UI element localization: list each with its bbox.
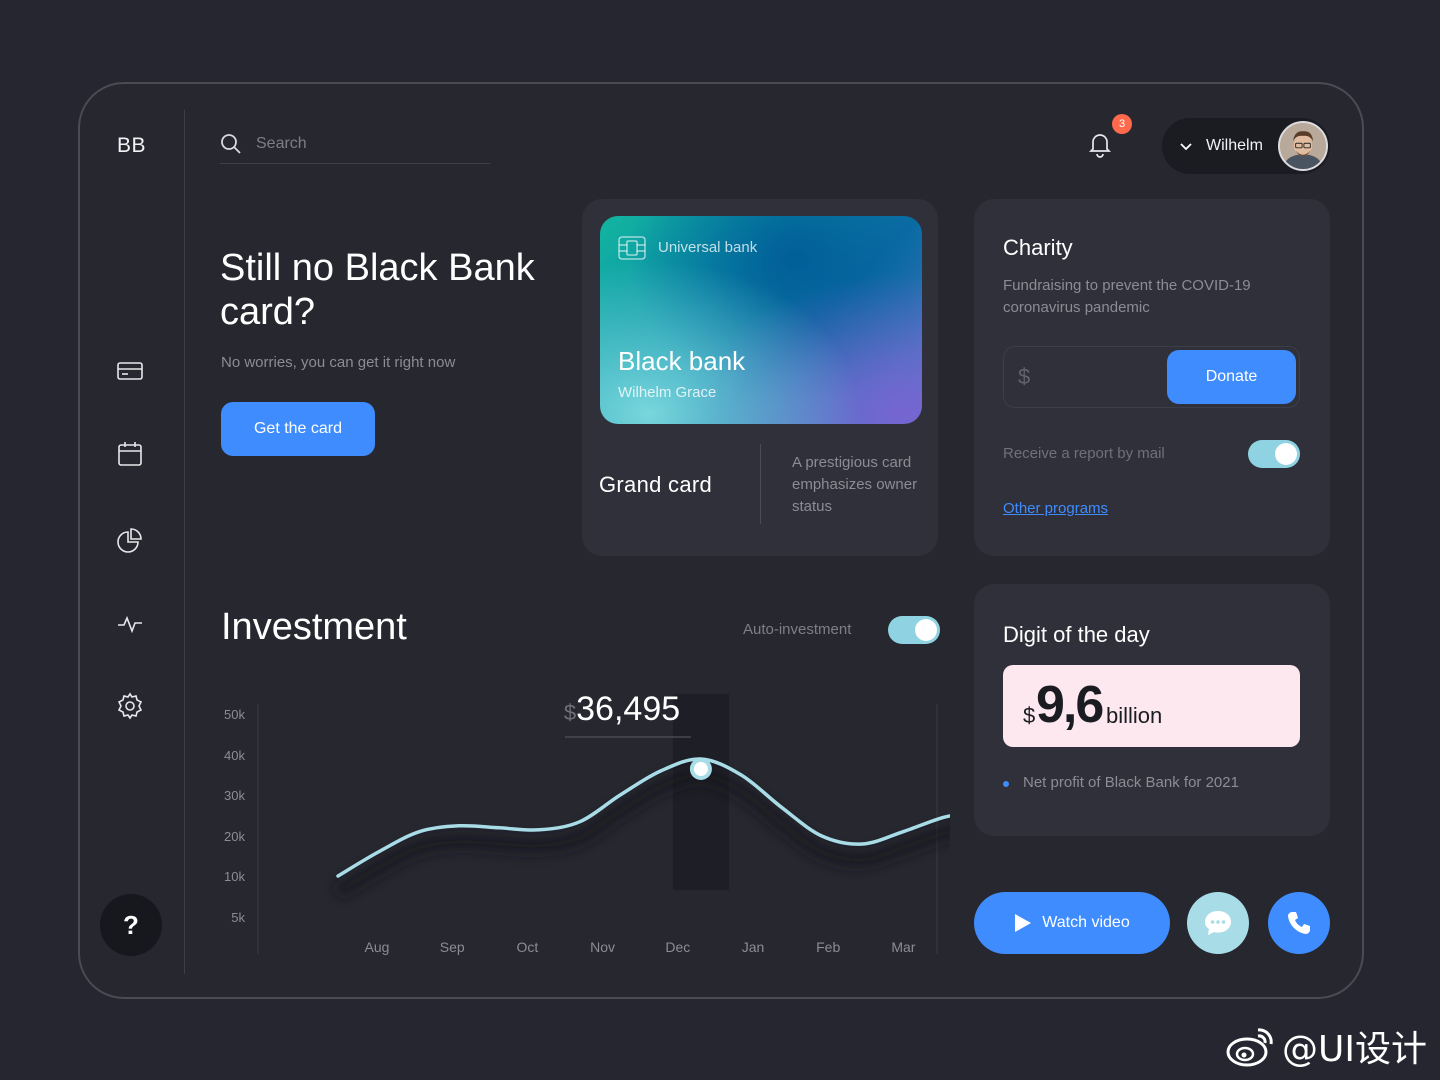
bank-card[interactable]: Universal bank Black bank Wilhelm Grace <box>600 216 922 424</box>
donate-button[interactable]: Donate <box>1167 350 1296 404</box>
digit-note: Net profit of Black Bank for 2021 <box>1023 774 1239 791</box>
charity-title: Charity <box>1003 235 1073 260</box>
hero-title: Still no Black Bank card? <box>220 247 535 333</box>
digit-value-box: $ 9,6 billion <box>1003 665 1300 747</box>
activity-icon[interactable] <box>116 610 144 638</box>
play-icon <box>1015 914 1032 932</box>
x-tick-label: Mar <box>891 939 915 955</box>
other-programs-link[interactable]: Other programs <box>1003 500 1108 517</box>
watch-video-button[interactable]: Watch video <box>974 892 1170 954</box>
bell-icon <box>1088 134 1112 158</box>
card-divider <box>760 444 761 524</box>
digit-currency: $ <box>1023 703 1036 728</box>
x-tick-label: Sep <box>440 939 465 955</box>
x-tick-label: Feb <box>816 939 840 955</box>
app-logo[interactable]: BB <box>117 134 146 158</box>
auto-investment-toggle[interactable] <box>888 616 940 644</box>
toggle-knob <box>915 619 937 641</box>
digit-of-day-panel: Digit of the day $ 9,6 billion Net profi… <box>974 584 1330 836</box>
line-shadow <box>334 767 950 899</box>
report-by-mail-toggle[interactable] <box>1248 440 1300 468</box>
charity-panel: Charity Fundraising to prevent the COVID… <box>974 199 1330 556</box>
card-bank-name: Universal bank <box>658 239 758 256</box>
pie-chart-icon[interactable] <box>116 526 144 554</box>
help-button[interactable]: ? <box>100 894 162 956</box>
dashboard-frame: BB ? 3 Wilhelm <box>78 82 1364 999</box>
investment-title: Investment <box>221 606 407 648</box>
sidebar: BB ? <box>80 84 185 997</box>
y-tick-label: 20k <box>224 829 245 844</box>
donation-amount-input[interactable] <box>1018 361 1158 393</box>
chat-button[interactable] <box>1187 892 1249 954</box>
x-tick-label: Nov <box>590 939 615 955</box>
chevron-down-icon <box>1180 143 1192 151</box>
donate-form: Donate <box>1003 346 1300 408</box>
user-menu[interactable]: Wilhelm <box>1162 118 1330 174</box>
x-tick-label: Aug <box>365 939 390 955</box>
bullet-dot <box>1003 781 1009 787</box>
credit-card-icon[interactable] <box>116 357 144 385</box>
phone-icon <box>1288 912 1310 934</box>
chat-icon <box>1205 911 1231 935</box>
get-card-button[interactable]: Get the card <box>221 402 375 456</box>
charity-subtitle: Fundraising to prevent the COVID-19 coro… <box>1003 277 1251 316</box>
investment-chart: $36,495 50k 40k 30k 20k 10k 5k Aug Sep Oct Nov De… <box>224 690 950 955</box>
report-by-mail-label: Receive a report by mail <box>1003 445 1165 462</box>
card-holder: Wilhelm Grace <box>618 384 717 401</box>
highlight-column <box>672 694 729 890</box>
y-tick-label: 40k <box>224 748 245 763</box>
sidebar-divider <box>184 110 185 974</box>
highlight-point[interactable] <box>693 762 708 776</box>
card-panel: Universal bank Black bank Wilhelm Grace … <box>582 199 938 556</box>
y-tick-label: 30k <box>224 788 245 803</box>
x-tick-label: Dec <box>665 939 690 955</box>
weibo-logo-icon <box>1226 1028 1273 1067</box>
notifications-button[interactable] <box>1086 130 1116 160</box>
user-name: Wilhelm <box>1206 137 1263 154</box>
settings-icon[interactable] <box>116 692 144 720</box>
x-tick-label: Jan <box>742 939 765 955</box>
chip-icon <box>618 236 646 260</box>
search-input[interactable] <box>256 134 476 153</box>
card-name: Grand card <box>599 472 713 497</box>
y-tick-label: 5k <box>231 910 245 925</box>
watermark-text: @UI设计 <box>1282 1029 1427 1070</box>
y-tick-label: 10k <box>224 869 245 884</box>
highlight-value-label: $36,495 <box>564 690 680 728</box>
digit-title: Digit of the day <box>1003 622 1150 647</box>
y-tick-label: 50k <box>224 707 245 722</box>
auto-investment-label: Auto-investment <box>743 621 852 638</box>
card-description: A prestigious card emphasizes owner stat… <box>792 454 918 515</box>
search-icon <box>221 133 241 154</box>
hero-subtitle: No worries, you can get it right now <box>221 354 456 371</box>
watch-video-label: Watch video <box>1042 914 1130 931</box>
card-title: Black bank <box>618 346 746 376</box>
search-bar <box>220 124 490 164</box>
calendar-icon[interactable] <box>116 440 144 468</box>
call-button[interactable] <box>1268 892 1330 954</box>
watermark: @UI设计 <box>1226 1020 1427 1072</box>
avatar[interactable] <box>1278 121 1328 171</box>
toggle-knob <box>1275 443 1297 465</box>
digit-unit: billion <box>1106 703 1163 728</box>
x-tick-label: Oct <box>517 939 539 955</box>
notification-badge: 3 <box>1112 114 1132 134</box>
digit-value: 9,6 <box>1036 676 1104 734</box>
